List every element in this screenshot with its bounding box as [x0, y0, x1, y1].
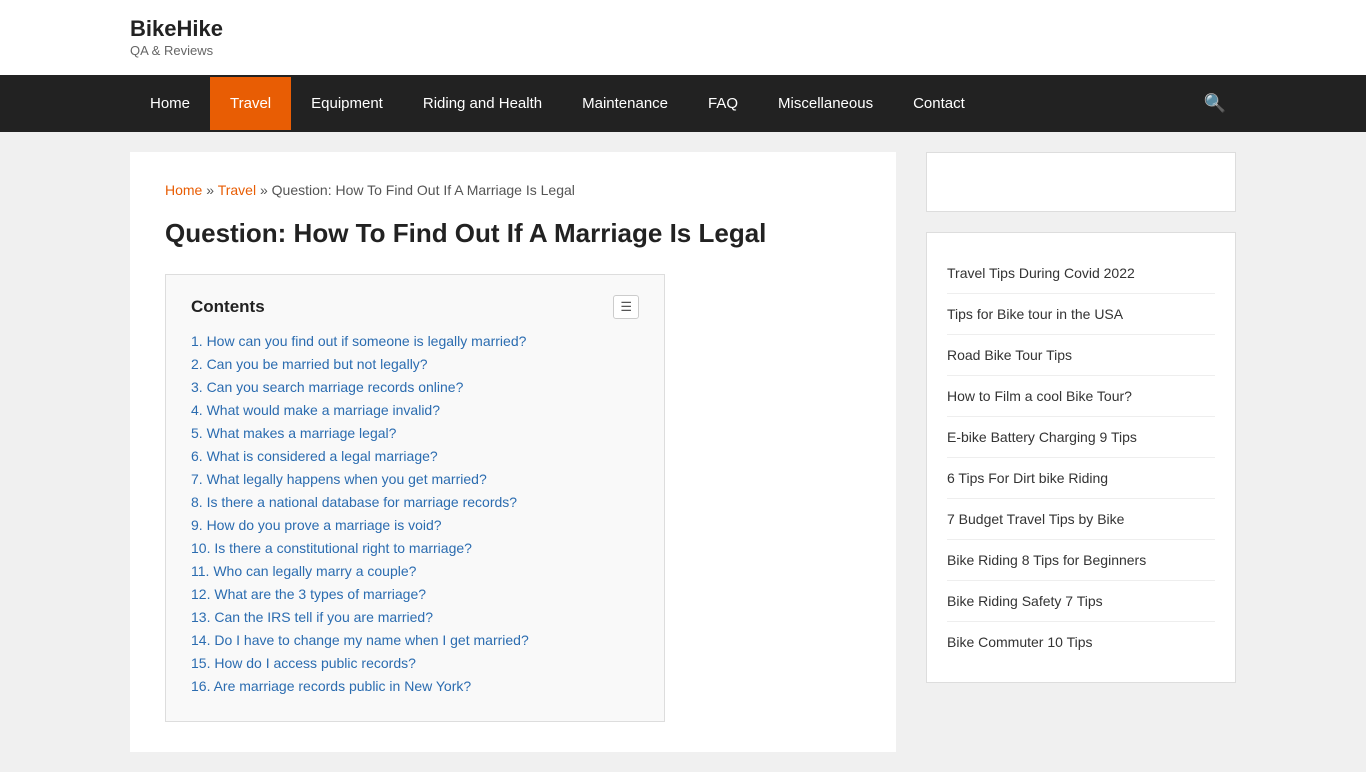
toc-item[interactable]: 4. What would make a marriage invalid? [191, 402, 639, 418]
toc-box: Contents ☰ 1. How can you find out if so… [165, 274, 665, 722]
toc-item[interactable]: 15. How do I access public records? [191, 655, 639, 671]
nav-home[interactable]: Home [130, 77, 210, 130]
sidebar-link-item[interactable]: Tips for Bike tour in the USA [947, 294, 1215, 335]
toc-item[interactable]: 1. How can you find out if someone is le… [191, 333, 639, 349]
nav-miscellaneous[interactable]: Miscellaneous [758, 77, 893, 130]
breadcrumb-sep2: » [260, 182, 272, 198]
page-wrapper: Home » Travel » Question: How To Find Ou… [0, 132, 1366, 772]
sidebar: Travel Tips During Covid 2022Tips for Bi… [926, 152, 1236, 752]
nav-contact[interactable]: Contact [893, 77, 985, 130]
toc-item[interactable]: 3. Can you search marriage records onlin… [191, 379, 639, 395]
breadcrumb-travel[interactable]: Travel [218, 182, 256, 198]
toc-item[interactable]: 14. Do I have to change my name when I g… [191, 632, 639, 648]
main-content: Home » Travel » Question: How To Find Ou… [130, 152, 896, 752]
nav-riding-health[interactable]: Riding and Health [403, 77, 562, 130]
toc-item[interactable]: 6. What is considered a legal marriage? [191, 448, 639, 464]
toc-item[interactable]: 10. Is there a constitutional right to m… [191, 540, 639, 556]
sidebar-link-item[interactable]: Bike Riding Safety 7 Tips [947, 581, 1215, 622]
toc-item[interactable]: 16. Are marriage records public in New Y… [191, 678, 639, 694]
toc-title: Contents [191, 297, 265, 317]
breadcrumb: Home » Travel » Question: How To Find Ou… [165, 182, 861, 198]
toc-item[interactable]: 13. Can the IRS tell if you are married? [191, 609, 639, 625]
toc-item[interactable]: 11. Who can legally marry a couple? [191, 563, 639, 579]
nav-items: Home Travel Equipment Riding and Health … [130, 77, 985, 130]
sidebar-link-item[interactable]: 7 Budget Travel Tips by Bike [947, 499, 1215, 540]
sidebar-links: Travel Tips During Covid 2022Tips for Bi… [926, 232, 1236, 683]
sidebar-link-item[interactable]: E-bike Battery Charging 9 Tips [947, 417, 1215, 458]
toc-item[interactable]: 2. Can you be married but not legally? [191, 356, 639, 372]
nav-travel[interactable]: Travel [210, 77, 291, 130]
toc-toggle-button[interactable]: ☰ [613, 295, 639, 319]
toc-item[interactable]: 5. What makes a marriage legal? [191, 425, 639, 441]
sidebar-link-item[interactable]: How to Film a cool Bike Tour? [947, 376, 1215, 417]
breadcrumb-home[interactable]: Home [165, 182, 202, 198]
toc-header: Contents ☰ [191, 295, 639, 319]
site-tagline: QA & Reviews [130, 43, 213, 58]
toc-item[interactable]: 8. Is there a national database for marr… [191, 494, 639, 510]
toc-item[interactable]: 9. How do you prove a marriage is void? [191, 517, 639, 533]
sidebar-search-box [926, 152, 1236, 212]
site-header: BikeHike QA & Reviews [0, 0, 1366, 75]
toc-item[interactable]: 7. What legally happens when you get mar… [191, 471, 639, 487]
nav-equipment[interactable]: Equipment [291, 77, 403, 130]
nav-maintenance[interactable]: Maintenance [562, 77, 688, 130]
nav-faq[interactable]: FAQ [688, 77, 758, 130]
page-title: Question: How To Find Out If A Marriage … [165, 218, 861, 249]
sidebar-link-item[interactable]: Bike Riding 8 Tips for Beginners [947, 540, 1215, 581]
breadcrumb-sep1: » [206, 182, 214, 198]
breadcrumb-current: Question: How To Find Out If A Marriage … [272, 182, 575, 198]
toc-item[interactable]: 12. What are the 3 types of marriage? [191, 586, 639, 602]
toc-list: 1. How can you find out if someone is le… [191, 333, 639, 694]
site-title[interactable]: BikeHike [130, 16, 1236, 42]
sidebar-link-item[interactable]: Travel Tips During Covid 2022 [947, 253, 1215, 294]
sidebar-link-item[interactable]: 6 Tips For Dirt bike Riding [947, 458, 1215, 499]
main-nav: Home Travel Equipment Riding and Health … [0, 75, 1366, 132]
sidebar-link-item[interactable]: Bike Commuter 10 Tips [947, 622, 1215, 662]
search-icon[interactable]: 🔍 [1194, 75, 1236, 132]
sidebar-link-item[interactable]: Road Bike Tour Tips [947, 335, 1215, 376]
